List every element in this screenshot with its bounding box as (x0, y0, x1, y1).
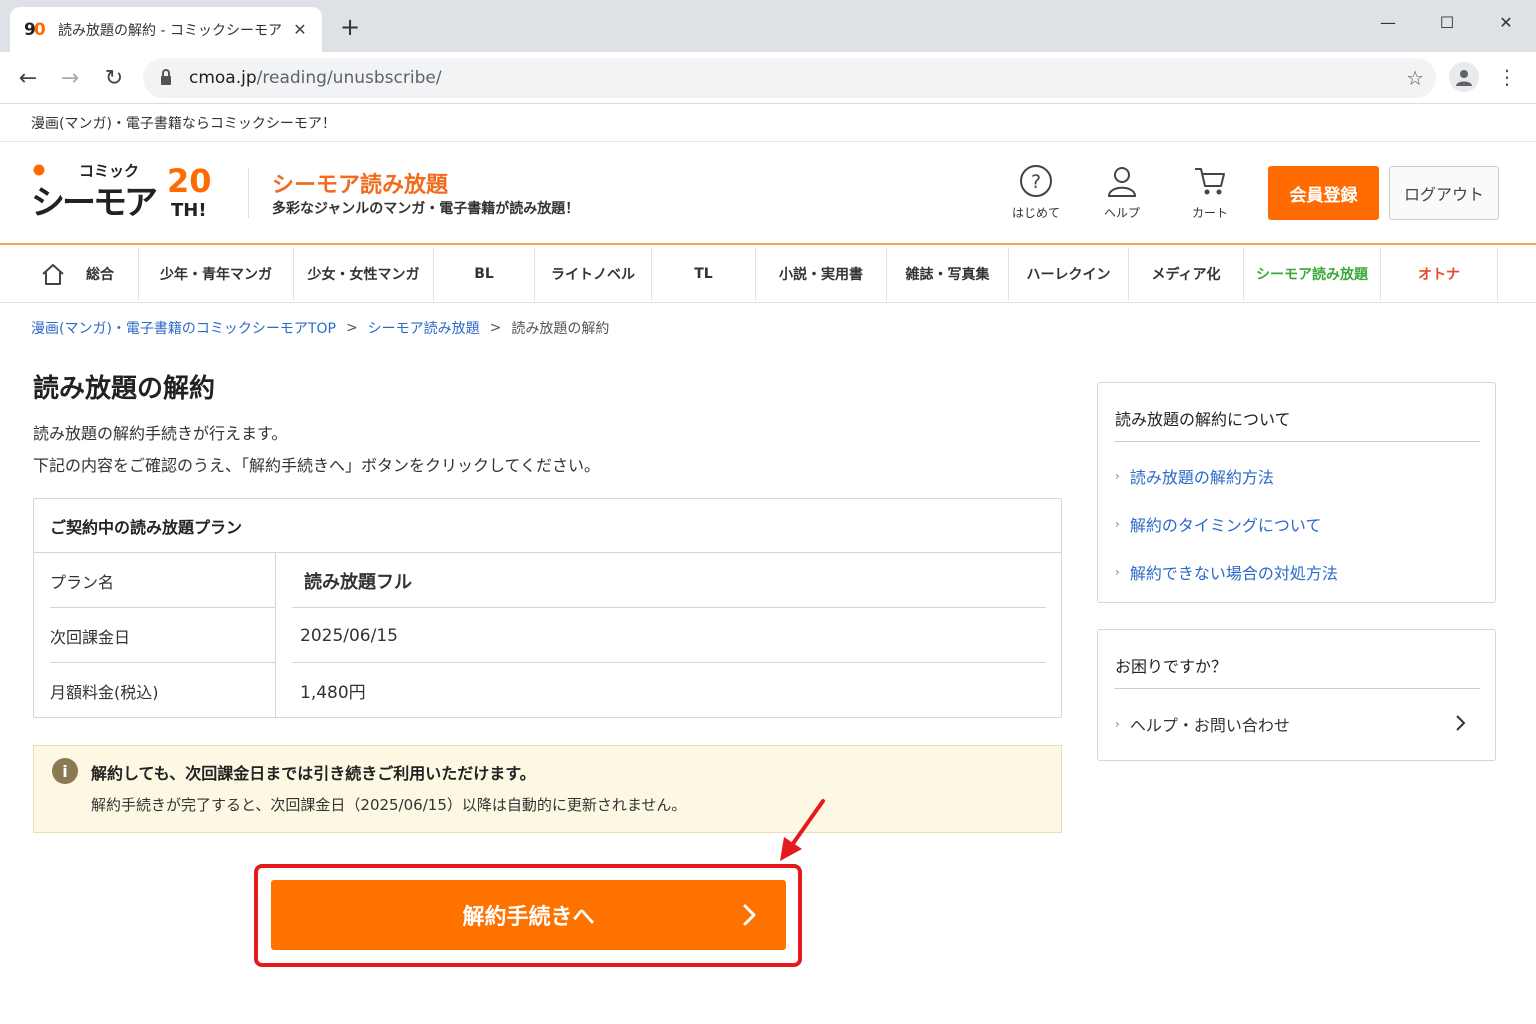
breadcrumb-parent-link[interactable]: シーモア読み放題 (368, 318, 480, 338)
profile-icon[interactable] (1449, 62, 1479, 92)
header-link-label: カート (1191, 206, 1228, 220)
plan-row-value: 1,480円 (300, 683, 366, 703)
tab-close-icon[interactable]: ✕ (290, 20, 310, 39)
logout-button[interactable]: ログアウト (1389, 166, 1499, 220)
menu-kebab-icon[interactable]: ⋮ (1497, 64, 1517, 90)
nav-item-light-novel[interactable]: ライトノベル (535, 247, 652, 301)
header-link-label: はじめて (1011, 206, 1060, 220)
breadcrumb: 漫画(マンガ)・電子書籍のコミックシーモアTOP > シーモア読み放題 > 読み… (31, 318, 609, 338)
notice-box: i 解約しても、次回課金日までは引き続きご利用いただけます。 解約手続きが完了す… (33, 745, 1062, 833)
brand-title[interactable]: シーモア読み放題 (272, 167, 448, 199)
minimize-icon[interactable]: — (1368, 8, 1408, 36)
plan-row: 月額料金(税込) 1,480円 (34, 663, 1061, 718)
chevron-right-icon: › (1115, 469, 1120, 483)
sidebar-help-box: お困りですか？ › ヘルプ・お問い合わせ (1097, 629, 1496, 761)
notice-text: 解約手続きが完了すると、次回課金日（2025/06/15）以降は自動的に更新され… (91, 796, 687, 814)
chevron-right-icon: › (1115, 517, 1120, 531)
sidebar-link-timing[interactable]: › 解約のタイミングについて (1115, 512, 1321, 536)
help-circle-icon: ? (1020, 165, 1052, 197)
tab-title: 読み放題の解約 - コミックシーモア (58, 22, 282, 39)
home-icon (42, 264, 64, 285)
browser-tab-bar: 90 読み放題の解約 - コミックシーモア ✕ + — ☐ ✕ (0, 0, 1536, 52)
info-icon: i (52, 758, 78, 784)
nav-divider (0, 302, 1536, 303)
sidebar-title: 読み放題の解約について (1115, 410, 1291, 429)
brand-subtitle: 多彩なジャンルのマンガ・電子書籍が読み放題！ (272, 201, 580, 217)
nav-item-otona[interactable]: オトナ (1381, 247, 1498, 301)
chevron-right-icon: › (1115, 565, 1120, 579)
nav-item-novel[interactable]: 小説・実用書 (756, 247, 887, 301)
breadcrumb-current: 読み放題の解約 (511, 321, 610, 337)
logo-divider (248, 168, 249, 218)
nav-item-bl[interactable]: BL (434, 247, 535, 301)
chevron-right-icon (743, 904, 756, 926)
header-link-beginner[interactable]: ? はじめて (996, 164, 1076, 221)
nav-item-media[interactable]: メディア化 (1129, 247, 1244, 301)
breadcrumb-home-link[interactable]: 漫画(マンガ)・電子書籍のコミックシーモアTOP (31, 318, 336, 338)
site-logo[interactable]: コミック シーモア 20 TH! (31, 160, 223, 223)
maximize-icon[interactable]: ☐ (1427, 8, 1467, 36)
plan-row: プラン名 読み放題フル (34, 553, 1061, 608)
plan-row: 次回課金日 2025/06/15 (34, 608, 1061, 663)
bookmark-star-icon[interactable]: ☆ (1406, 66, 1424, 90)
register-button[interactable]: 会員登録 (1268, 166, 1379, 220)
close-window-icon[interactable]: ✕ (1486, 8, 1526, 36)
nav-item-tl[interactable]: TL (652, 247, 756, 301)
chevron-right-icon[interactable] (1453, 714, 1467, 732)
sidebar-cancellation-info: 読み放題の解約について › 読み放題の解約方法 › 解約のタイミングについて ›… (1097, 382, 1496, 603)
nav-item-harlequin[interactable]: ハーレクイン (1009, 247, 1129, 301)
site-header: コミック シーモア 20 TH! シーモア読み放題 多彩なジャンルのマンガ・電子… (0, 142, 1536, 245)
back-icon[interactable]: ← (12, 62, 44, 94)
svg-text:TH!: TH! (171, 200, 207, 221)
category-nav: 総合 少年・青年マンガ 少女・女性マンガ BL ライトノベル TL 小説・実用書… (32, 247, 1498, 301)
plan-table: ご契約中の読み放題プラン プラン名 読み放題フル 次回課金日 2025/06/1… (33, 498, 1062, 718)
sidebar-link-help-contact[interactable]: › ヘルプ・お問い合わせ (1115, 712, 1290, 736)
header-link-help[interactable]: ヘルプ (1082, 164, 1162, 221)
header-link-cart[interactable]: カート (1170, 164, 1250, 221)
nav-item-home[interactable]: 総合 (32, 247, 139, 301)
svg-text:?: ? (1031, 171, 1041, 193)
chevron-right-icon: › (1115, 717, 1120, 731)
svg-text:コミック: コミック (79, 162, 139, 180)
breadcrumb-separator: > (345, 320, 358, 336)
forward-icon[interactable]: → (54, 62, 86, 94)
nav-item-shonen[interactable]: 少年・青年マンガ (139, 247, 294, 301)
notice-title: 解約しても、次回課金日までは引き続きご利用いただけます。 (91, 764, 536, 783)
plan-row-label: 月額料金(税込) (50, 682, 159, 702)
nav-item-magazine[interactable]: 雑誌・写真集 (887, 247, 1009, 301)
site-favicon-icon: 90 (24, 19, 46, 40)
browser-tab[interactable]: 90 読み放題の解約 - コミックシーモア ✕ (10, 7, 322, 52)
new-tab-icon[interactable]: + (337, 14, 363, 40)
intro-text: 下記の内容をご確認のうえ、「解約手続きへ」ボタンをクリックしてください。 (33, 456, 601, 475)
nav-item-yomihoudai[interactable]: シーモア読み放題 (1244, 247, 1381, 301)
proceed-cancellation-button[interactable]: 解約手続きへ (271, 880, 786, 950)
sidebar-title: お困りですか？ (1115, 657, 1228, 676)
sidebar-divider (1114, 688, 1480, 689)
url-text: cmoa.jp/reading/unusbscribe/ (189, 68, 442, 88)
cart-icon (1195, 168, 1225, 195)
plan-row-value: 読み放題フル (304, 571, 412, 593)
lock-icon (161, 68, 171, 85)
svg-text:20: 20 (167, 162, 212, 200)
user-icon (1107, 167, 1137, 197)
page-title: 読み放題の解約 (33, 374, 216, 404)
highlight-arrow-icon (780, 799, 825, 861)
plan-table-header: ご契約中の読み放題プラン (34, 499, 1061, 553)
intro-text: 読み放題の解約手続きが行えます。 (33, 424, 288, 443)
plan-row-label: プラン名 (50, 572, 115, 592)
address-bar[interactable]: cmoa.jp/reading/unusbscribe/ ☆ (143, 58, 1436, 98)
sidebar-divider (1114, 441, 1480, 442)
site-tagline: 漫画(マンガ)・電子書籍ならコミックシーモア！ (0, 104, 1536, 142)
breadcrumb-separator: > (489, 320, 502, 336)
plan-row-label: 次回課金日 (50, 627, 131, 647)
plan-row-value: 2025/06/15 (300, 625, 398, 646)
header-link-label: ヘルプ (1103, 206, 1140, 220)
svg-text:シーモア: シーモア (31, 183, 157, 222)
nav-item-shojo[interactable]: 少女・女性マンガ (294, 247, 434, 301)
sidebar-link-troubleshoot[interactable]: › 解約できない場合の対処方法 (1115, 560, 1338, 584)
reload-icon[interactable]: ↻ (98, 62, 130, 94)
sidebar-link-how-to-cancel[interactable]: › 読み放題の解約方法 (1115, 464, 1274, 488)
browser-toolbar: ← → ↻ cmoa.jp/reading/unusbscribe/ ☆ ⋮ (0, 52, 1536, 104)
cta-label: 解約手続きへ (462, 905, 595, 930)
